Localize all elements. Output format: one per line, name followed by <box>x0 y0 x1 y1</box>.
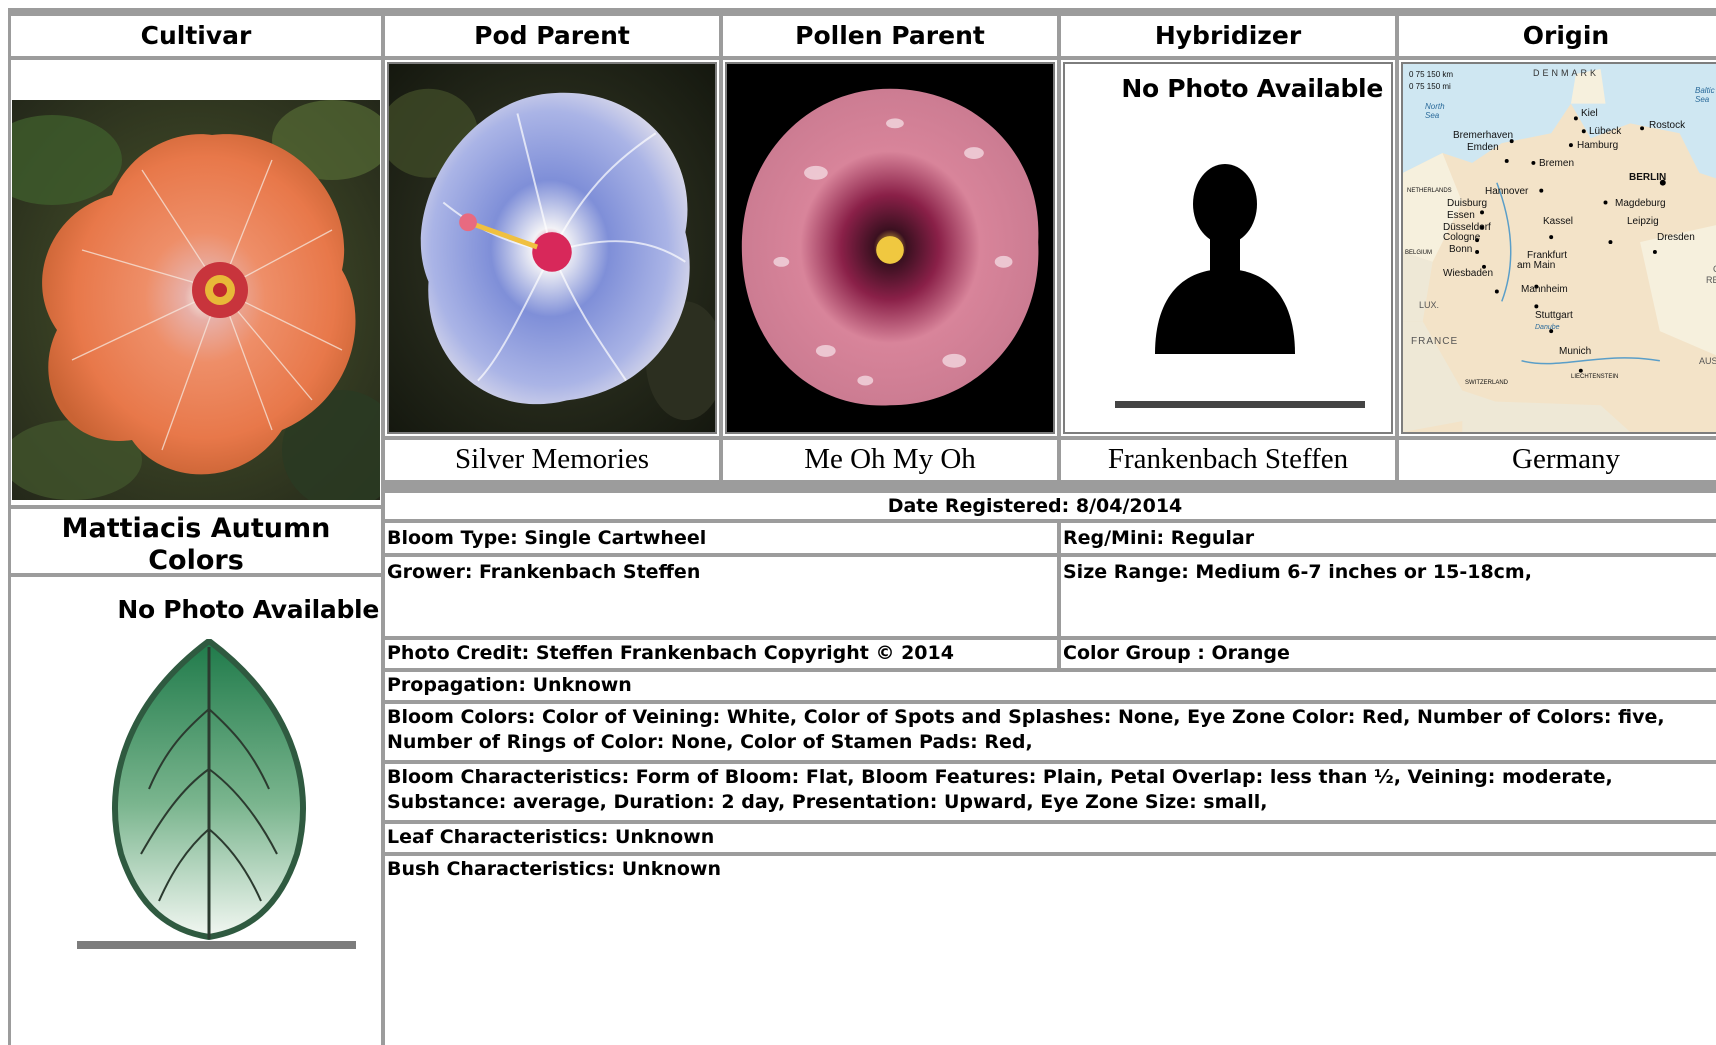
registration-table: Cultivar Pod Parent Pollen Parent Hybrid… <box>8 8 1716 1045</box>
pod-parent-name: Silver Memories <box>385 440 719 480</box>
map-label-lubeck: Lübeck <box>1589 126 1622 137</box>
map-scale-mi: 0 75 150 mi <box>1409 82 1451 91</box>
header-pollen-parent: Pollen Parent <box>723 16 1057 56</box>
leaf-no-photo-text: No Photo Available <box>117 595 379 624</box>
size-range: Size Range: Medium 6-7 inches or 15-18cm… <box>1063 561 1532 583</box>
origin-map-cell: 0 75 150 km 0 75 150 mi DENMARK North Se… <box>1399 60 1716 436</box>
map-scale-km: 0 75 150 km <box>1409 70 1454 79</box>
bush-characteristics: Bush Characteristics: Unknown <box>387 858 721 880</box>
map-label-belgium: BELGIUM <box>1405 250 1433 256</box>
header-cultivar: Cultivar <box>11 16 381 56</box>
map-label-stuttgart: Stuttgart <box>1535 310 1573 321</box>
map-label-mannheim: Mannheim <box>1521 284 1568 295</box>
map-label-czech: CZE REPU <box>1705 264 1716 285</box>
bloom-characteristics: Bloom Characteristics: Form of Bloom: Fl… <box>387 766 1613 813</box>
map-label-bonn: Bonn <box>1449 244 1473 255</box>
map-label-munich: Munich <box>1559 346 1592 357</box>
map-label-hamburg: Hamburg <box>1577 140 1619 151</box>
bush-characteristics-cell: Bush Characteristics: Unknown <box>385 856 1716 1045</box>
leaf-photo-cell: No Photo Available <box>11 577 381 1045</box>
header-hybridizer: Hybridizer <box>1061 16 1395 56</box>
map-label-north-sea: North Sea <box>1425 102 1445 120</box>
map-label-switzerland: SWITZERLAND <box>1465 380 1509 386</box>
map-label-hannover: Hannover <box>1485 186 1529 197</box>
pollen-parent-photo-cell <box>723 60 1057 436</box>
cultivar-name: Mattiacis Autumn Colors <box>61 513 331 573</box>
photo-credit-cell: Photo Credit: Steffen Frankenbach Copyri… <box>385 640 1057 668</box>
bloom-type-cell: Bloom Type: Single Cartwheel <box>385 523 1057 553</box>
map-label-duisburg: Duisburg <box>1447 198 1488 209</box>
hybridizer-photo-cell: No Photo Available <box>1061 60 1395 436</box>
cultivar-photo <box>12 100 380 500</box>
map-label-lux: LUX. <box>1419 300 1440 310</box>
map-label-am-main: am Main <box>1517 260 1556 271</box>
map-label-leipzig: Leipzig <box>1627 216 1659 227</box>
map-label-magdeburg: Magdeburg <box>1615 198 1666 209</box>
origin-country: Germany <box>1399 440 1716 480</box>
grower-cell: Grower: Frankenbach Steffen <box>385 557 1057 636</box>
propagation: Propagation: Unknown <box>387 674 632 696</box>
bloom-colors-cell: Bloom Colors: Color of Veining: White, C… <box>385 704 1716 760</box>
map-label-rostock: Rostock <box>1649 120 1686 131</box>
registration-sheet: Cultivar Pod Parent Pollen Parent Hybrid… <box>0 0 1716 1045</box>
hybridizer-photo: No Photo Available <box>1063 62 1393 434</box>
date-registered-cell: Date Registered: 8/04/2014 <box>385 493 1716 519</box>
map-label-wiesbaden: Wiesbaden <box>1443 268 1494 279</box>
map-labels: 0 75 150 km 0 75 150 mi DENMARK North Se… <box>1403 64 1716 432</box>
map-label-denmark: DENMARK <box>1533 68 1600 78</box>
grower: Grower: Frankenbach Steffen <box>387 561 701 583</box>
bloom-characteristics-cell: Bloom Characteristics: Form of Bloom: Fl… <box>385 764 1716 820</box>
bloom-type: Bloom Type: Single Cartwheel <box>387 527 707 549</box>
map-label-france: FRANCE <box>1411 336 1459 347</box>
leaf-characteristics-cell: Leaf Characteristics: Unknown <box>385 824 1716 852</box>
cultivar-photo-cell <box>11 60 381 505</box>
photo-credit: Photo Credit: Steffen Frankenbach Copyri… <box>387 642 954 664</box>
map-label-berlin: BERLIN <box>1629 172 1667 183</box>
header-origin: Origin <box>1399 16 1716 56</box>
hybridizer-name: Frankenbach Steffen <box>1061 440 1395 480</box>
map-label-cologne: Cologne <box>1443 232 1481 243</box>
bloom-colors: Bloom Colors: Color of Veining: White, C… <box>387 706 1665 753</box>
map-label-netherlands: NETHERLANDS <box>1407 188 1452 194</box>
pollen-parent-photo <box>725 62 1055 434</box>
map-label-bremerhaven: Bremerhaven <box>1453 130 1514 141</box>
map-label-kassel: Kassel <box>1543 216 1574 227</box>
color-group: Color Group : Orange <box>1063 642 1290 664</box>
map-label-dresden: Dresden <box>1657 232 1695 243</box>
map-label-aus: AUS <box>1699 356 1716 366</box>
map-label-emden: Emden <box>1467 142 1499 153</box>
map-label-kiel: Kiel <box>1581 108 1598 119</box>
person-silhouette-icon <box>1115 164 1365 408</box>
pod-parent-photo-cell <box>385 60 719 436</box>
origin-map: 0 75 150 km 0 75 150 mi DENMARK North Se… <box>1401 62 1716 434</box>
size-range-cell: Size Range: Medium 6-7 inches or 15-18cm… <box>1061 557 1716 636</box>
cultivar-name-cell: Mattiacis Autumn Colors <box>11 509 381 573</box>
header-pod-parent: Pod Parent <box>385 16 719 56</box>
reg-mini-cell: Reg/Mini: Regular <box>1061 523 1716 553</box>
map-label-bremen: Bremen <box>1539 158 1575 169</box>
date-registered: Date Registered: 8/04/2014 <box>887 495 1183 517</box>
map-label-essen: Essen <box>1447 210 1475 221</box>
leaf-icon <box>77 639 356 949</box>
pollen-parent-name: Me Oh My Oh <box>723 440 1057 480</box>
map-label-danube: Danube <box>1535 324 1560 331</box>
leaf-characteristics: Leaf Characteristics: Unknown <box>387 826 715 848</box>
propagation-cell: Propagation: Unknown <box>385 672 1716 700</box>
color-group-cell: Color Group : Orange <box>1061 640 1716 668</box>
reg-mini: Reg/Mini: Regular <box>1063 527 1255 549</box>
map-label-baltic-sea: Baltic Sea <box>1695 86 1715 104</box>
map-label-liechtenstein: LIECHTENSTEIN <box>1571 374 1619 380</box>
pod-parent-photo <box>387 62 717 434</box>
